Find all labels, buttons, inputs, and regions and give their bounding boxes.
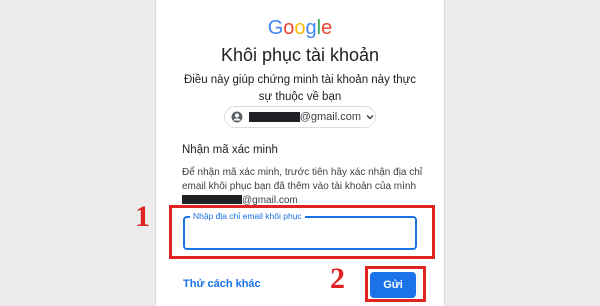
account-circle-icon: [231, 111, 243, 123]
step-number-2: 2: [330, 262, 345, 295]
try-another-way-link[interactable]: Thử cách khác: [183, 278, 261, 290]
chevron-down-icon: [365, 112, 375, 122]
redacted-username: [249, 112, 300, 122]
highlight-box-step2: [365, 266, 426, 302]
logo-letter-e: e: [321, 17, 333, 39]
highlight-box-step1: [169, 205, 435, 259]
recovery-card: Google Khôi phục tài khoản Điều này giúp…: [155, 0, 445, 306]
logo-letter-o2: o: [294, 17, 306, 39]
verify-description: Để nhận mã xác minh, trước tiên hãy xác …: [182, 166, 432, 208]
verify-text: Để nhận mã xác minh, trước tiên hãy xác …: [182, 167, 423, 192]
account-chip[interactable]: @gmail.com: [224, 106, 376, 128]
account-email-suffix: @gmail.com: [299, 111, 361, 123]
verify-heading: Nhận mã xác minh: [182, 144, 278, 156]
logo-letter-g2: g: [305, 17, 317, 39]
page-subtitle: Điều này giúp chứng minh tài khoản này t…: [183, 74, 417, 103]
page-title: Khôi phục tài khoản: [220, 45, 380, 65]
google-logo: Google: [156, 17, 444, 40]
step-number-1: 1: [135, 200, 150, 233]
redacted-username: [182, 195, 242, 204]
logo-letter-g: G: [267, 17, 284, 39]
logo-letter-o1: o: [283, 17, 295, 39]
